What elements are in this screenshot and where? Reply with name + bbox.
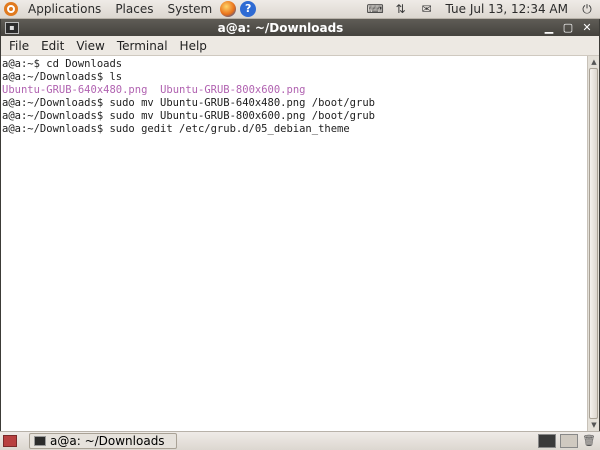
menu-help[interactable]: Help xyxy=(176,39,211,53)
menu-system[interactable]: System xyxy=(163,2,216,16)
minimize-icon[interactable]: ▁ xyxy=(542,21,556,35)
terminal-output[interactable]: a@a:~$ cd Downloads a@a:~/Downloads$ ls … xyxy=(1,56,587,431)
terminal-window: ▪ a@a: ~/Downloads ▁ ▢ ✕ File Edit View … xyxy=(0,19,600,431)
menu-places[interactable]: Places xyxy=(111,2,157,16)
clock[interactable]: Tue Jul 13, 12:34 AM xyxy=(446,2,568,16)
terminal-window-icon[interactable]: ▪ xyxy=(5,21,19,34)
menu-view[interactable]: View xyxy=(72,39,108,53)
menu-file[interactable]: File xyxy=(5,39,33,53)
bottom-panel: a@a: ~/Downloads 🗑 xyxy=(0,431,600,450)
terminal-line-files: Ubuntu-GRUB-640x480.png Ubuntu-GRUB-800x… xyxy=(2,84,587,97)
ubuntu-logo-icon[interactable] xyxy=(4,2,18,16)
close-icon[interactable]: ✕ xyxy=(580,21,594,35)
show-desktop-icon[interactable] xyxy=(3,435,17,447)
maximize-icon[interactable]: ▢ xyxy=(561,21,575,35)
terminal-line: a@a:~$ cd Downloads xyxy=(2,58,123,70)
workspace-2[interactable] xyxy=(560,434,578,448)
terminal-task-icon xyxy=(34,436,46,446)
power-icon[interactable]: ⏻ xyxy=(579,1,595,17)
file-entry: Ubuntu-GRUB-800x600.png xyxy=(160,84,306,96)
keyboard-icon[interactable]: ⌨ xyxy=(367,1,384,17)
workspace-1[interactable] xyxy=(538,434,556,448)
taskbar-button-label: a@a: ~/Downloads xyxy=(50,434,165,448)
taskbar-button-terminal[interactable]: a@a: ~/Downloads xyxy=(29,433,177,449)
file-separator xyxy=(147,84,160,96)
scroll-up-icon[interactable]: ▲ xyxy=(588,56,600,68)
help-icon[interactable]: ? xyxy=(240,1,257,17)
terminal-lines: a@a:~$ cd Downloads a@a:~/Downloads$ ls … xyxy=(1,56,587,136)
window-title: a@a: ~/Downloads xyxy=(217,20,344,35)
network-icon[interactable]: ⇅ xyxy=(393,1,409,17)
menu-terminal[interactable]: Terminal xyxy=(113,39,172,53)
scroll-down-icon[interactable]: ▼ xyxy=(588,419,600,431)
menu-edit[interactable]: Edit xyxy=(37,39,68,53)
terminal-line: a@a:~/Downloads$ sudo gedit /etc/grub.d/… xyxy=(2,123,350,135)
window-titlebar[interactable]: ▪ a@a: ~/Downloads ▁ ▢ ✕ xyxy=(1,19,599,36)
top-panel: Applications Places System ? ⌨ ⇅ ✉ Tue J… xyxy=(0,0,600,19)
trash-icon[interactable]: 🗑 xyxy=(582,434,596,448)
firefox-icon[interactable] xyxy=(220,1,237,17)
mail-icon[interactable]: ✉ xyxy=(419,1,435,17)
terminal-line: a@a:~/Downloads$ sudo mv Ubuntu-GRUB-800… xyxy=(2,110,375,122)
file-entry: Ubuntu-GRUB-640x480.png xyxy=(2,84,148,96)
scrollbar[interactable]: ▲ ▼ xyxy=(587,56,599,431)
scrollbar-thumb[interactable] xyxy=(589,68,598,419)
menubar: File Edit View Terminal Help xyxy=(1,36,599,56)
terminal-line: a@a:~/Downloads$ ls xyxy=(2,71,123,83)
terminal-line: a@a:~/Downloads$ sudo mv Ubuntu-GRUB-640… xyxy=(2,97,375,109)
menu-applications[interactable]: Applications xyxy=(24,2,105,16)
